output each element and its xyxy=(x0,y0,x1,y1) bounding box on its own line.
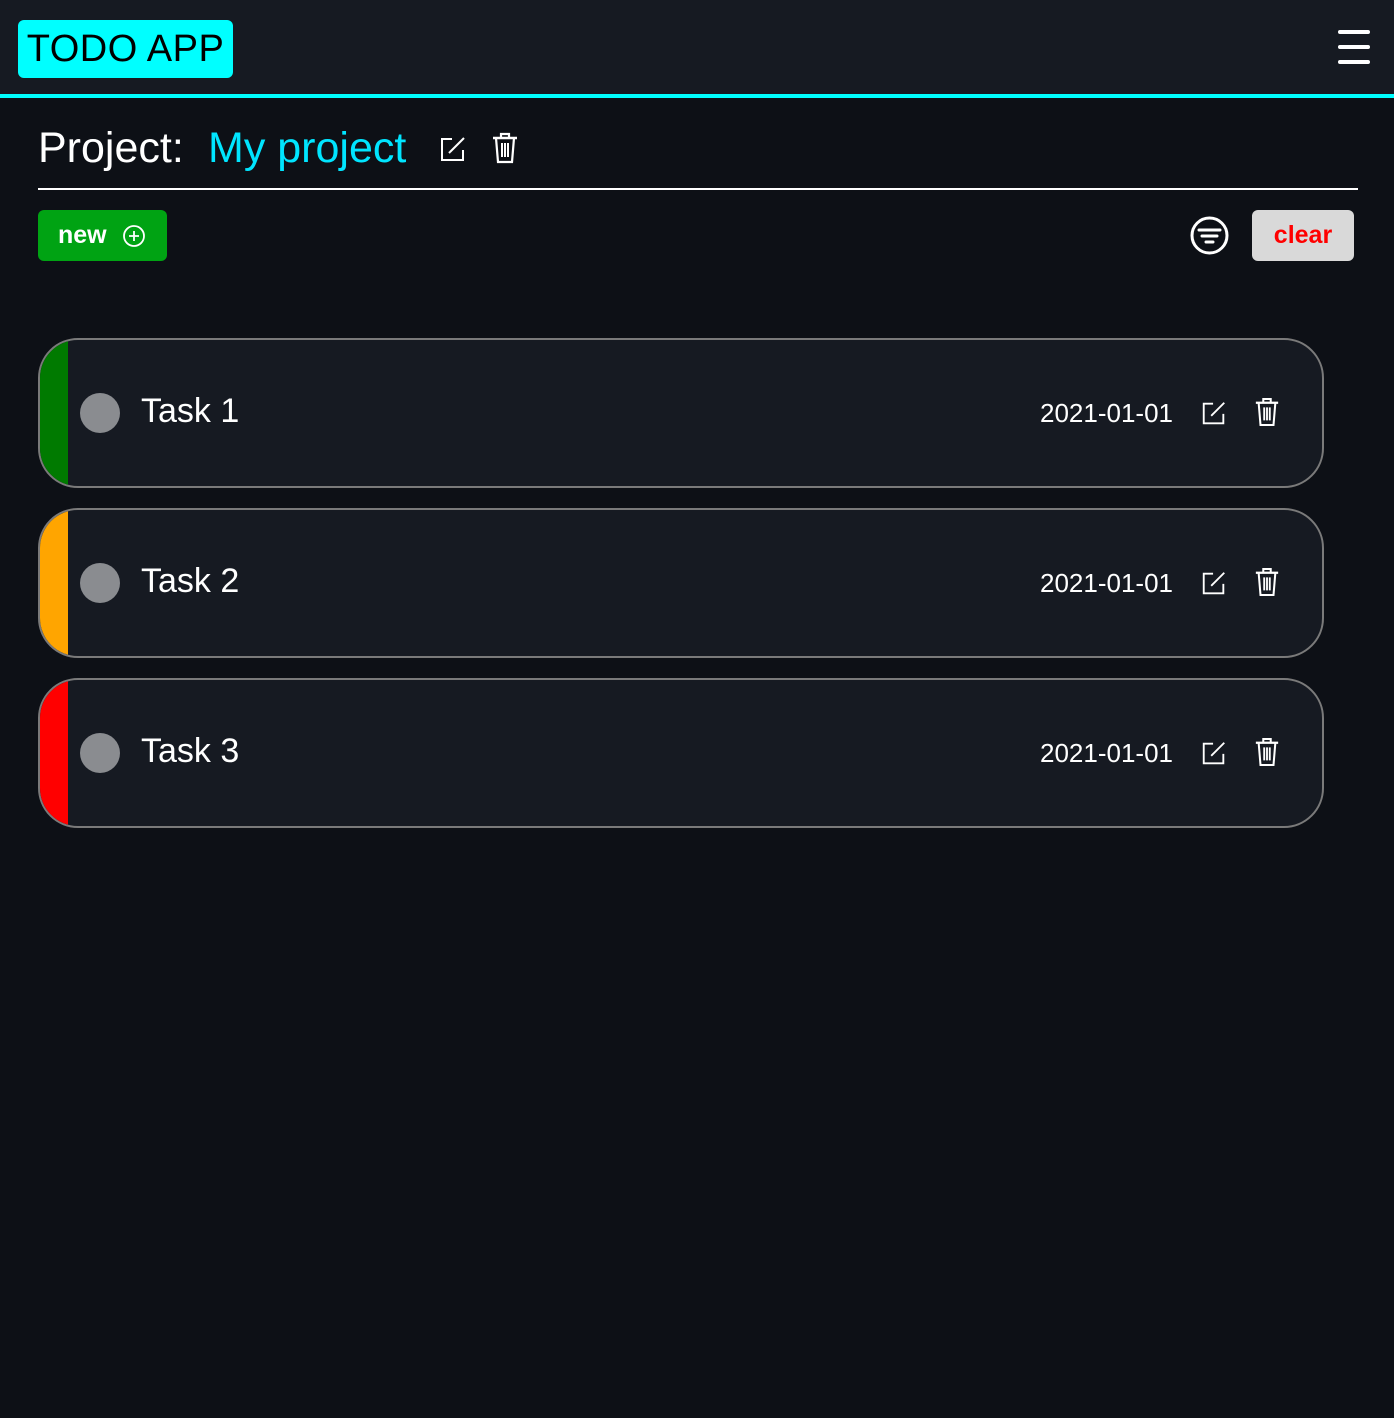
trash-icon[interactable] xyxy=(1254,397,1280,427)
trash-icon[interactable] xyxy=(1254,737,1280,767)
app-logo[interactable]: TODO APP xyxy=(18,20,233,78)
task-date: 2021-01-01 xyxy=(1040,398,1173,428)
priority-stripe xyxy=(40,510,68,656)
priority-stripe xyxy=(40,680,68,826)
filter-icon[interactable] xyxy=(1190,216,1229,255)
task-title: Task 1 xyxy=(141,392,240,430)
task-card[interactable]: Task 1 2021-01-01 xyxy=(38,338,1324,488)
plus-circle-icon xyxy=(123,225,145,247)
task-date: 2021-01-01 xyxy=(1040,738,1173,768)
top-bar: TODO APP xyxy=(0,0,1394,98)
edit-icon[interactable] xyxy=(1200,399,1228,427)
complete-toggle[interactable] xyxy=(80,563,120,603)
hamburger-menu-icon[interactable] xyxy=(1338,30,1370,64)
task-title: Task 2 xyxy=(141,562,240,600)
complete-toggle[interactable] xyxy=(80,733,120,773)
trash-icon[interactable] xyxy=(1254,567,1280,597)
new-task-button[interactable]: new xyxy=(38,210,167,261)
complete-toggle[interactable] xyxy=(80,393,120,433)
edit-icon[interactable] xyxy=(1200,569,1228,597)
trash-icon[interactable] xyxy=(491,132,519,164)
edit-icon[interactable] xyxy=(1200,739,1228,767)
priority-stripe xyxy=(40,340,68,486)
project-header: Project: My project xyxy=(38,118,1358,190)
project-name: My project xyxy=(208,124,407,172)
task-card[interactable]: Task 3 2021-01-01 xyxy=(38,678,1324,828)
edit-icon[interactable] xyxy=(438,134,468,164)
task-card[interactable]: Task 2 2021-01-01 xyxy=(38,508,1324,658)
new-button-label: new xyxy=(58,221,107,249)
project-label: Project: xyxy=(38,124,184,172)
clear-button[interactable]: clear xyxy=(1252,210,1354,261)
task-title: Task 3 xyxy=(141,732,240,770)
task-date: 2021-01-01 xyxy=(1040,568,1173,598)
